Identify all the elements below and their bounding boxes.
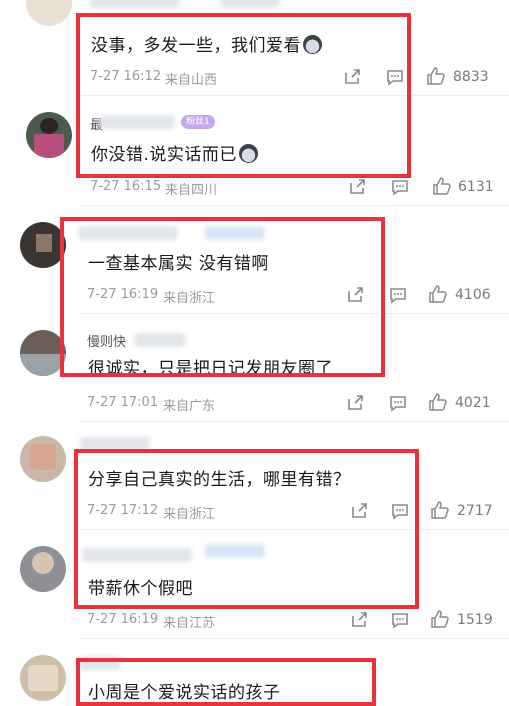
like-count: 2717 <box>457 503 493 519</box>
thumbs-up-icon[interactable] <box>428 284 448 304</box>
like-count: 8833 <box>453 69 489 85</box>
comment-icon[interactable] <box>390 610 410 630</box>
comment-location: 来自广东 <box>163 399 216 414</box>
highlight-box <box>76 658 376 706</box>
username-blurred <box>220 0 280 8</box>
share-icon[interactable] <box>347 177 367 197</box>
divider <box>80 421 509 422</box>
comment-icon[interactable] <box>388 285 408 305</box>
comment-time: 7-27 17:01 <box>87 395 159 410</box>
highlight-box <box>74 449 419 609</box>
avatar-image <box>40 118 58 134</box>
username-blurred <box>90 0 180 8</box>
avatar-image <box>28 665 58 691</box>
comment-time: 7-27 16:15 <box>90 179 162 194</box>
like-count: 1519 <box>457 612 493 628</box>
comment-icon[interactable] <box>390 177 410 197</box>
thumbs-up-icon[interactable] <box>426 66 446 86</box>
avatar-image <box>30 444 56 470</box>
thumbs-up-icon[interactable] <box>432 176 452 196</box>
avatar[interactable] <box>26 112 72 158</box>
thumbs-up-icon[interactable] <box>430 609 450 629</box>
avatar[interactable] <box>20 655 66 701</box>
avatar[interactable] <box>26 0 72 26</box>
avatar-image <box>36 234 52 252</box>
divider <box>80 638 509 639</box>
highlight-box <box>76 13 411 178</box>
avatar-image <box>32 552 54 574</box>
divider <box>80 205 509 206</box>
comment-icon[interactable] <box>388 393 408 413</box>
share-icon[interactable] <box>345 393 365 413</box>
highlight-box <box>60 217 385 377</box>
thumbs-up-icon[interactable] <box>428 392 448 412</box>
like-count: 6131 <box>458 179 494 195</box>
comment-location: 来自四川 <box>165 183 218 198</box>
like-count: 4106 <box>455 287 491 303</box>
avatar-image <box>34 134 64 158</box>
avatar[interactable] <box>20 546 66 592</box>
comment-location: 来自江苏 <box>163 616 216 631</box>
avatar[interactable] <box>20 436 66 482</box>
comment-time: 7-27 16:19 <box>87 612 159 627</box>
share-icon[interactable] <box>349 610 369 630</box>
thumbs-up-icon[interactable] <box>430 500 450 520</box>
like-count: 4021 <box>455 395 491 411</box>
